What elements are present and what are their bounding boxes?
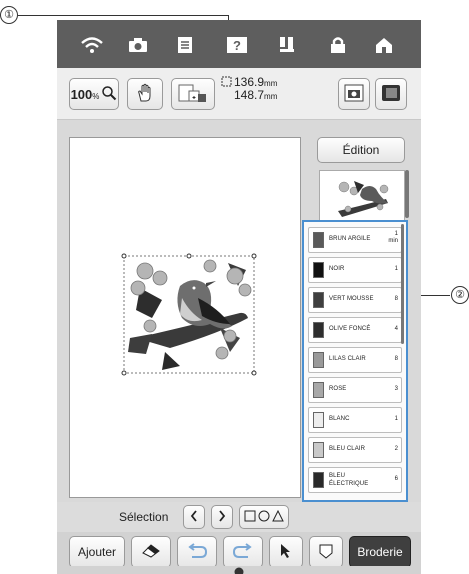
thread-item[interactable]: BLANC 1 (308, 407, 402, 433)
top-navigation-bar: ? (57, 20, 421, 68)
thread-count: 1 min (388, 231, 398, 244)
thread-name: BLANC (329, 416, 350, 422)
thumbnail-scrollbar[interactable] (405, 170, 409, 218)
width-icon (221, 76, 233, 91)
magnifier-icon (101, 85, 117, 104)
screen-icon (381, 84, 401, 105)
callout-2-marker: ② (451, 286, 469, 304)
hand-icon (136, 83, 154, 106)
pan-hand-button[interactable] (127, 78, 163, 110)
thread-name: OLIVE FONCÉ (329, 326, 371, 332)
selection-row: Sélection (57, 502, 421, 532)
thread-name: NOIR (329, 266, 345, 272)
thread-item[interactable]: ROSE 3 (308, 377, 402, 403)
thread-count: 1 (394, 266, 398, 272)
undo-icon (186, 542, 208, 562)
edit-button[interactable]: Édition (317, 137, 405, 163)
wifi-icon[interactable] (79, 34, 105, 56)
thread-count: 4 (394, 326, 398, 332)
thread-count: 6 (394, 476, 398, 482)
document-icon[interactable] (172, 34, 198, 56)
thread-count: 8 (394, 296, 398, 302)
thread-count: 2 (394, 446, 398, 452)
help-icon[interactable]: ? (224, 34, 250, 56)
bird-embroidery-pattern[interactable] (70, 138, 302, 499)
thread-color-swatch (313, 382, 324, 398)
thread-color-swatch (313, 412, 324, 428)
thread-item[interactable]: VERT MOUSSE 8 (308, 287, 402, 313)
thread-item[interactable]: BRUN ARGILE 1 min (308, 227, 402, 253)
shield-outline-icon (318, 543, 334, 562)
scan-camera-button[interactable] (338, 78, 370, 110)
thread-color-swatch (313, 262, 324, 278)
square-circle-triangle-icon (244, 509, 284, 525)
add-button[interactable]: Ajouter (69, 536, 125, 568)
height-readout: 148.7mm (234, 88, 278, 102)
thread-color-swatch (313, 442, 324, 458)
shape-select-button[interactable] (239, 505, 289, 529)
thread-item[interactable]: OLIVE FONCÉ 4 (308, 317, 402, 343)
thread-name: BRUN ARGILE (329, 236, 371, 242)
camera-icon[interactable] (125, 34, 151, 56)
callout-1-line-horizontal (18, 15, 229, 16)
thread-name: BLEU ÉLECTRIQUE (329, 473, 369, 487)
chevron-right-icon (218, 509, 226, 525)
thread-count: 3 (394, 386, 398, 392)
thread-name: ROSE (329, 386, 347, 392)
frame-shape-button[interactable] (309, 536, 343, 568)
select-pointer-button[interactable] (269, 536, 303, 568)
layout-button[interactable] (171, 78, 215, 110)
embroidery-button[interactable]: Broderie (349, 536, 411, 568)
thread-item[interactable]: BLEU CLAIR 2 (308, 437, 402, 463)
thread-item[interactable]: BLEU ÉLECTRIQUE 6 (308, 467, 402, 493)
thread-item[interactable]: NOIR 1 (308, 257, 402, 283)
camera-frame-icon (344, 84, 364, 105)
embroidery-canvas[interactable] (69, 137, 301, 498)
eraser-icon (140, 543, 162, 562)
zoom-value: 100% (70, 86, 100, 102)
chevron-left-icon (190, 509, 198, 525)
thread-count: 8 (394, 356, 398, 362)
redo-icon (232, 542, 254, 562)
next-pattern-button[interactable] (211, 505, 233, 529)
home-indicator-bar (57, 566, 421, 574)
thread-color-swatch (313, 352, 324, 368)
thread-item[interactable]: LILAS CLAIR 8 (308, 347, 402, 373)
thumbnail-bird-image (338, 181, 389, 217)
undo-button[interactable] (177, 536, 217, 568)
thread-list-scrollbar[interactable] (401, 224, 404, 344)
machine-screen: ? 100% 136.9mm 148.7mm Édition BRUN ARGI… (57, 20, 421, 574)
sewing-machine-icon[interactable] (233, 564, 245, 574)
previous-pattern-button[interactable] (183, 505, 205, 529)
thread-count: 1 (394, 416, 398, 422)
home-icon[interactable] (371, 34, 397, 56)
cursor-arrow-icon (280, 543, 292, 562)
thread-color-swatch (313, 322, 324, 338)
callout-1-marker: ① (0, 6, 18, 24)
layout-icon (178, 82, 208, 107)
thread-name: BLEU CLAIR (329, 446, 366, 452)
selection-label: Sélection (119, 510, 169, 524)
thread-color-swatch (313, 232, 324, 248)
zoom-button[interactable]: 100% (69, 78, 119, 110)
svg-text:?: ? (233, 38, 241, 53)
thread-color-list: BRUN ARGILE 1 min NOIR 1 VERT MOUSSE 8 OL… (302, 220, 408, 502)
thread-color-swatch (313, 292, 324, 308)
thread-name: VERT MOUSSE (329, 296, 374, 302)
pattern-thumbnail[interactable] (319, 170, 405, 226)
presser-foot-icon[interactable] (275, 34, 301, 56)
thread-color-swatch (313, 472, 324, 488)
eraser-button[interactable] (131, 536, 171, 568)
lock-icon[interactable] (325, 34, 351, 56)
thread-name: LILAS CLAIR (329, 356, 366, 362)
background-image-button[interactable] (375, 78, 407, 110)
